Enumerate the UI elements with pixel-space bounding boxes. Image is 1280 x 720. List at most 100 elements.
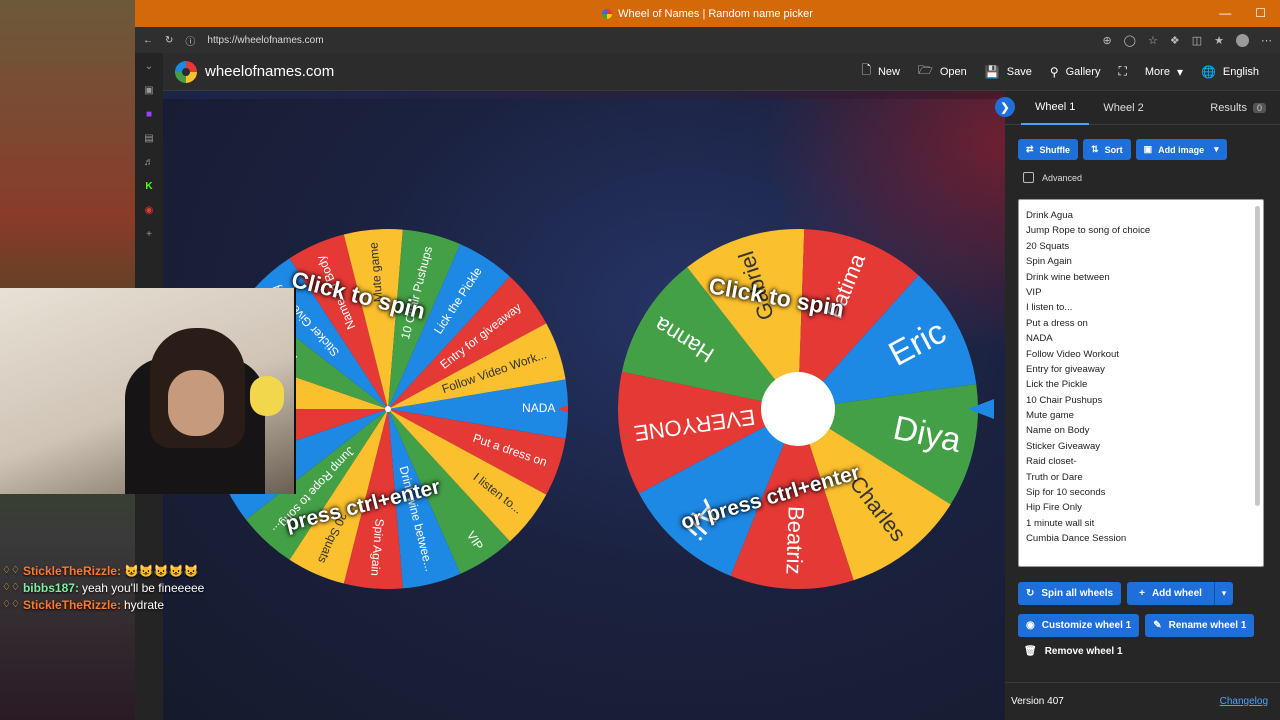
nav-fullscreen[interactable]: ⛶ [1109,53,1135,91]
duck-plush [250,376,284,416]
add-image-label: Add image [1158,144,1205,155]
add-wheel-button[interactable]: + Add wheel [1127,582,1214,605]
search-icon: ⚲ [1049,64,1059,79]
side-panel: ❯ Wheel 1 Wheel 2 Results 0 ⇄ Shuffle ⇅ Sor… [995,91,1280,720]
entries-scrollbar[interactable] [1255,206,1260,506]
entry-item[interactable]: Follow Video Workout [1026,347,1256,362]
favorite-star-icon[interactable]: ☆ [1148,34,1158,47]
nav-gallery[interactable]: ⚲ Gallery [1041,53,1110,91]
advanced-checkbox[interactable] [1023,172,1034,183]
shuffle-label: Shuffle [1039,144,1071,155]
window-title-wrap: Wheel of Names | Random name picker [602,8,813,20]
chat-message: ♢♢ StickleTheRizzle: 😺😺😺😺😺 [0,562,300,579]
chat-text: 😺😺😺😺😺 [123,563,199,578]
remove-label: Remove wheel 1 [1044,646,1123,657]
twitch-icon[interactable]: ■ [142,107,156,121]
wheel-2[interactable]: Eric Diya Charles Beatriz Ali EVERYONE Hanna Ga… [618,224,998,594]
rename-label: Rename wheel 1 [1168,620,1247,631]
entry-item[interactable]: Spin Again [1026,254,1256,269]
entry-item[interactable]: Lick the Pickle [1026,377,1256,392]
changelog-link[interactable]: Changelog [1220,696,1268,707]
customize-wheel-button[interactable]: ◉ Customize wheel 1 [1018,614,1140,637]
wheel-actions: ↻ Spin all wheels + Add wheel ▾ ◉ Customize… [1018,582,1255,657]
entry-item[interactable]: Truth or Dare [1026,470,1256,485]
nav-more[interactable]: More ▾ [1136,53,1192,91]
tab-wheel-2[interactable]: Wheel 2 [1089,91,1157,125]
panel-tabs: ❯ Wheel 1 Wheel 2 Results 0 [995,91,1280,125]
shuffle-button[interactable]: ⇄ Shuffle [1018,139,1079,160]
nav-language[interactable]: 🌐 English [1192,53,1268,91]
chevron-down-icon: ▾ [1221,588,1227,598]
collapse-panel-button[interactable]: ❯ [995,97,1015,117]
tab-icon[interactable]: ▣ [142,83,156,97]
tab-wheel-1[interactable]: Wheel 1 [1021,91,1090,125]
rename-wheel-button[interactable]: ✎ Rename wheel 1 [1145,614,1255,637]
add-icon[interactable]: + [142,227,156,241]
wheel-2-center-hub[interactable] [761,372,835,446]
entry-item[interactable]: Hip Fire Only [1026,500,1256,515]
panel-footer: Version 407 Changelog [1005,682,1280,720]
remove-wheel-button[interactable]: 🗑 Remove wheel 1 [1018,646,1254,657]
extensions-icon[interactable]: ❖ [1170,34,1180,47]
entry-item[interactable]: Drink Agua [1026,208,1256,223]
entry-item[interactable]: Jump Rope to song of choice [1026,223,1256,238]
add-wheel-dropdown[interactable]: ▾ [1213,582,1233,605]
refresh-icon[interactable]: ↻ [165,35,173,46]
split-screen-icon[interactable]: ◫ [1192,34,1202,47]
sort-button[interactable]: ⇅ Sort [1083,139,1131,160]
entry-item[interactable]: VIP [1026,285,1256,300]
entry-item[interactable]: 1 minute wall sit [1026,516,1256,531]
logo[interactable]: wheelofnames.com [175,60,334,83]
tab-results[interactable]: Results 0 [1196,91,1280,125]
url-field[interactable]: https://wheelofnames.com [207,35,1090,46]
entries-textarea[interactable]: Drink Agua Jump Rope to song of choice 20 … [1018,199,1264,567]
collapse-sidebar-icon[interactable]: ⌄ [142,59,156,73]
entry-tools: ⇄ Shuffle ⇅ Sort ▣ Add image ▾ [1018,139,1227,160]
add-wheel-split-button: + Add wheel ▾ [1127,582,1233,605]
add-wheel-label: Add wheel [1151,588,1202,599]
entry-item[interactable]: Entry for giveaway [1026,362,1256,377]
favorites-icon[interactable]: ★ [1214,34,1224,47]
chat-message: ♢♢ StickleTheRizzle: hydrate [0,596,300,613]
entry-item[interactable]: 10 Chair Pushups [1026,393,1256,408]
pencil-icon: ✎ [1153,620,1162,631]
version-text: Version 407 [1011,696,1064,707]
entry-item[interactable]: I listen to... [1026,300,1256,315]
entry-item[interactable]: Sticker Giveaway [1026,439,1256,454]
entry-item[interactable]: Put a dress on [1026,316,1256,331]
advanced-toggle[interactable]: Advanced [1023,172,1082,183]
advanced-label: Advanced [1042,172,1083,183]
site-info-icon[interactable]: ⓘ [185,33,195,48]
entry-item[interactable]: Cumbia Dance Session [1026,531,1256,546]
entry-item[interactable]: Mute game [1026,408,1256,423]
window-icon[interactable]: ▤ [142,131,156,145]
entry-item[interactable]: Name on Body [1026,423,1256,438]
maximize-icon[interactable]: ☐ [1255,6,1266,20]
entry-item[interactable]: NADA [1026,331,1256,346]
kick-icon[interactable]: K [142,179,156,193]
zoom-icon[interactable]: ⊕ [1102,34,1111,47]
chat-badges-icon: ♢♢ [2,582,20,593]
palette-icon: ◉ [1026,620,1035,631]
audio-icon[interactable]: ♬ [142,155,156,169]
profile-avatar[interactable] [1236,33,1249,47]
more-icon[interactable]: ⋯ [1261,34,1272,47]
entry-item[interactable]: Drink wine between [1026,270,1256,285]
add-image-button[interactable]: ▣ Add image ▾ [1135,139,1227,160]
nav-new[interactable]: 🗋 New [852,53,909,91]
file-icon: 🗋 [861,63,871,77]
wheel-2-graphic[interactable]: EricDiyaCharlesBeatrizAliEVERYONEHannaGa… [618,224,998,594]
wheel-tab-icon[interactable]: ◉ [142,203,156,217]
entry-item[interactable]: Raid closet- [1026,454,1256,469]
nav-save[interactable]: 💾 Save [976,53,1041,91]
entry-item[interactable]: 20 Squats [1026,239,1256,254]
back-icon[interactable]: ← [143,35,153,46]
image-icon: ▣ [1143,144,1153,154]
minimize-icon[interactable]: — [1219,6,1231,20]
spin-all-button[interactable]: ↻ Spin all wheels [1018,582,1122,605]
entry-item[interactable]: Sip for 10 seconds [1026,485,1256,500]
reader-icon[interactable]: ◯ [1124,34,1136,47]
nav-open[interactable]: 🗁 Open [909,53,976,91]
wheel-app: wheelofnames.com 🗋 New 🗁 Open 💾 Save ⚲ Galle… [163,53,1280,720]
globe-icon: 🌐 [1200,64,1216,79]
